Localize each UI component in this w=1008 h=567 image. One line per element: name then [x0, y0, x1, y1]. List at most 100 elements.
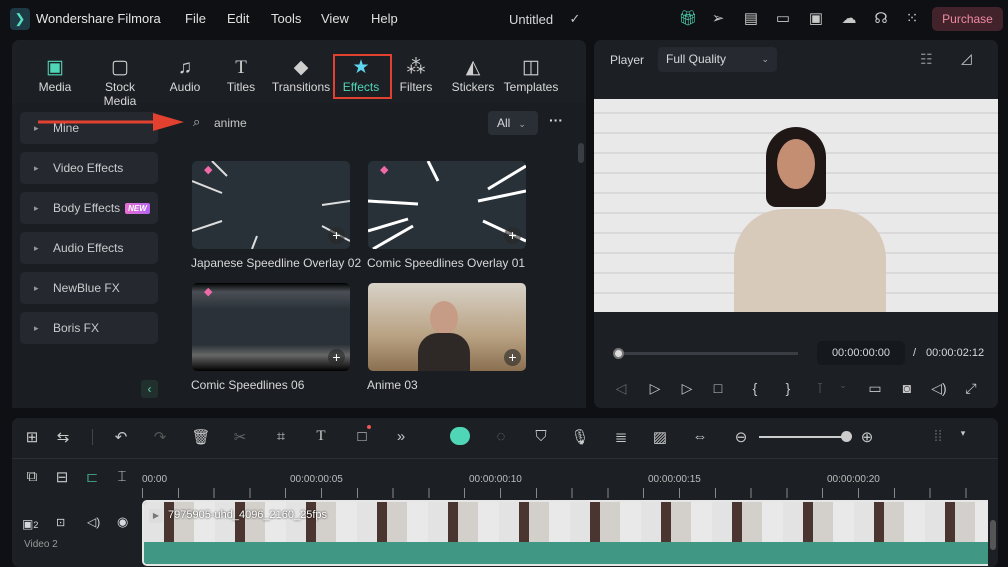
clip-settings-icon[interactable]: ▨	[650, 428, 670, 446]
more-options-icon[interactable]: ···	[549, 112, 563, 128]
add-track-icon[interactable]: ⧉	[22, 468, 42, 485]
purchase-button[interactable]: Purchase	[932, 7, 1003, 31]
collapse-sidebar-button[interactable]: ‹	[141, 380, 158, 398]
timeline-ruler-ticks[interactable]	[142, 488, 998, 498]
sidebar-item-video-effects[interactable]: Video Effects	[20, 152, 158, 184]
ruler-label: 00:00:00:15	[648, 474, 701, 485]
replace-icon[interactable]: ⇆	[53, 428, 73, 446]
sidebar-item-body-effects[interactable]: Body Effects NEW	[20, 192, 158, 224]
fit-timeline-icon[interactable]: ⇔	[690, 428, 710, 445]
mark-in-icon[interactable]: {	[745, 380, 765, 396]
task-list-icon[interactable]: ▤	[741, 9, 761, 27]
tab-stickers[interactable]: ◭ Stickers	[443, 56, 503, 94]
mask-icon[interactable]: □	[352, 428, 372, 445]
sidebar-item-boris-fx[interactable]: Boris FX	[20, 312, 158, 344]
link-icon[interactable]: ⊟	[52, 468, 72, 486]
cloud-upload-icon[interactable]: ☁	[839, 9, 859, 27]
effect-card-japanese-speedline-overlay-02[interactable]: ◆ +	[192, 161, 350, 249]
crop-icon[interactable]: ⌗	[271, 428, 291, 445]
text-icon[interactable]: T	[311, 428, 331, 445]
play-icon[interactable]: ▷	[677, 380, 697, 397]
next-frame-icon[interactable]: ▷	[645, 380, 665, 397]
waveform-monitor-icon[interactable]: ◿	[961, 50, 972, 67]
tab-media[interactable]: ▣ Media	[25, 56, 85, 94]
add-effect-button[interactable]: +	[504, 349, 521, 366]
add-effect-button[interactable]: +	[328, 349, 345, 366]
quality-dropdown[interactable]: Full Quality ⌄	[658, 47, 777, 72]
snapshot-camera-icon[interactable]: ◙	[897, 380, 917, 396]
zoom-slider-handle[interactable]	[840, 431, 852, 442]
menu-view[interactable]: View	[321, 11, 349, 26]
render-preview-icon[interactable]: ◌	[491, 428, 511, 445]
tab-templates[interactable]: ◫ Templates	[501, 56, 561, 94]
more-tools-icon[interactable]: »	[391, 428, 411, 445]
headset-icon[interactable]: ☊	[871, 9, 891, 27]
library-scrollbar[interactable]	[578, 143, 584, 163]
menu-file[interactable]: File	[185, 11, 206, 26]
add-effect-button[interactable]: +	[504, 227, 521, 244]
saved-check-icon: ✓	[569, 11, 581, 26]
microphone-icon[interactable]: 🎙︎	[570, 428, 590, 446]
timeline-scrollbar[interactable]	[990, 520, 996, 550]
layout-icon[interactable]: ▭	[773, 9, 793, 27]
stop-icon[interactable]: □	[708, 380, 728, 396]
video-preview[interactable]	[594, 99, 998, 312]
filter-dropdown[interactable]: All ⌄	[488, 111, 538, 135]
playhead-handle[interactable]	[613, 348, 624, 359]
tab-filters[interactable]: ⁂ Filters	[386, 56, 446, 94]
tab-stock-media[interactable]: ▢ Stock Media	[90, 56, 150, 108]
fullscreen-icon[interactable]: ⤢	[961, 380, 981, 397]
apps-grid-icon[interactable]: ⁙	[902, 9, 922, 27]
effect-label: Comic Speedlines 06	[191, 378, 305, 392]
templates-icon: ◫	[522, 57, 540, 78]
video-clip[interactable]: ▶ 7975905-uhd_4096_2160_25fps	[142, 500, 988, 566]
magnetic-snap-icon[interactable]: ⊏	[82, 468, 102, 486]
gift-icon[interactable]: 🎁︎	[678, 9, 698, 27]
mark-out-icon[interactable]: }	[778, 380, 798, 396]
notification-dot	[367, 425, 371, 429]
effect-card-comic-speedlines-06[interactable]: ◆ +	[192, 283, 350, 371]
previous-frame-icon[interactable]: ◁	[611, 380, 631, 397]
menu-help[interactable]: Help	[371, 11, 398, 26]
effect-card-comic-speedlines-overlay-01[interactable]: ◆ +	[368, 161, 526, 249]
menu-edit[interactable]: Edit	[227, 11, 249, 26]
marker-icon[interactable]: ⛉	[531, 428, 551, 445]
premium-gem-icon: ◆	[380, 164, 389, 176]
save-icon[interactable]: ▣	[806, 9, 826, 27]
grid-view-icon[interactable]: ☷	[920, 51, 933, 68]
track-layout-icon[interactable]: ⁞⁞	[928, 428, 948, 445]
mute-speaker-icon[interactable]: ◁)	[87, 515, 100, 529]
display-settings-icon[interactable]: ▭	[865, 380, 885, 397]
lock-icon[interactable]: ⊡	[56, 516, 65, 529]
search-input[interactable]: anime	[214, 116, 247, 130]
timeline-zoom-slider[interactable]	[759, 436, 847, 438]
send-icon[interactable]: ➢	[708, 9, 728, 27]
insert-clip-icon[interactable]: ⊺	[810, 380, 830, 397]
sidebar-item-newblue-fx[interactable]: NewBlue FX	[20, 272, 158, 304]
current-time[interactable]: 00:00:00:00	[817, 341, 905, 365]
menu-tools[interactable]: Tools	[271, 11, 301, 26]
sidebar-item-audio-effects[interactable]: Audio Effects	[20, 232, 158, 264]
chevron-down-icon[interactable]: ⌄	[833, 380, 853, 391]
tab-transitions[interactable]: ◆ Transitions	[271, 56, 331, 94]
chevron-down-icon[interactable]: ▾	[953, 428, 973, 439]
redo-icon[interactable]: ↷	[150, 428, 170, 446]
tab-titles[interactable]: T Titles	[211, 56, 271, 94]
split-marker-icon[interactable]: ⌶	[112, 468, 132, 485]
visibility-eye-icon[interactable]: ◉	[117, 514, 128, 530]
tab-audio[interactable]: ♫ Audio	[155, 56, 215, 94]
undo-icon[interactable]: ↶	[111, 428, 131, 446]
playback-progress-track[interactable]	[618, 352, 798, 355]
zoom-in-icon[interactable]: ⊕	[857, 428, 877, 446]
layout-switch-icon[interactable]: ⊞	[22, 428, 42, 446]
chevron-down-icon: ⌄	[761, 54, 769, 64]
volume-icon[interactable]: ◁)	[929, 380, 949, 397]
time-separator: /	[913, 347, 917, 359]
add-effect-button[interactable]: +	[328, 227, 345, 244]
zoom-out-icon[interactable]: ⊖	[731, 428, 751, 446]
cut-scissors-icon[interactable]: ✂	[230, 428, 250, 446]
ai-robot-icon[interactable]	[450, 427, 470, 445]
effect-card-anime-03[interactable]: +	[368, 283, 526, 371]
audio-list-icon[interactable]: ≣	[611, 428, 631, 446]
delete-icon[interactable]: 🗑︎	[191, 428, 211, 446]
